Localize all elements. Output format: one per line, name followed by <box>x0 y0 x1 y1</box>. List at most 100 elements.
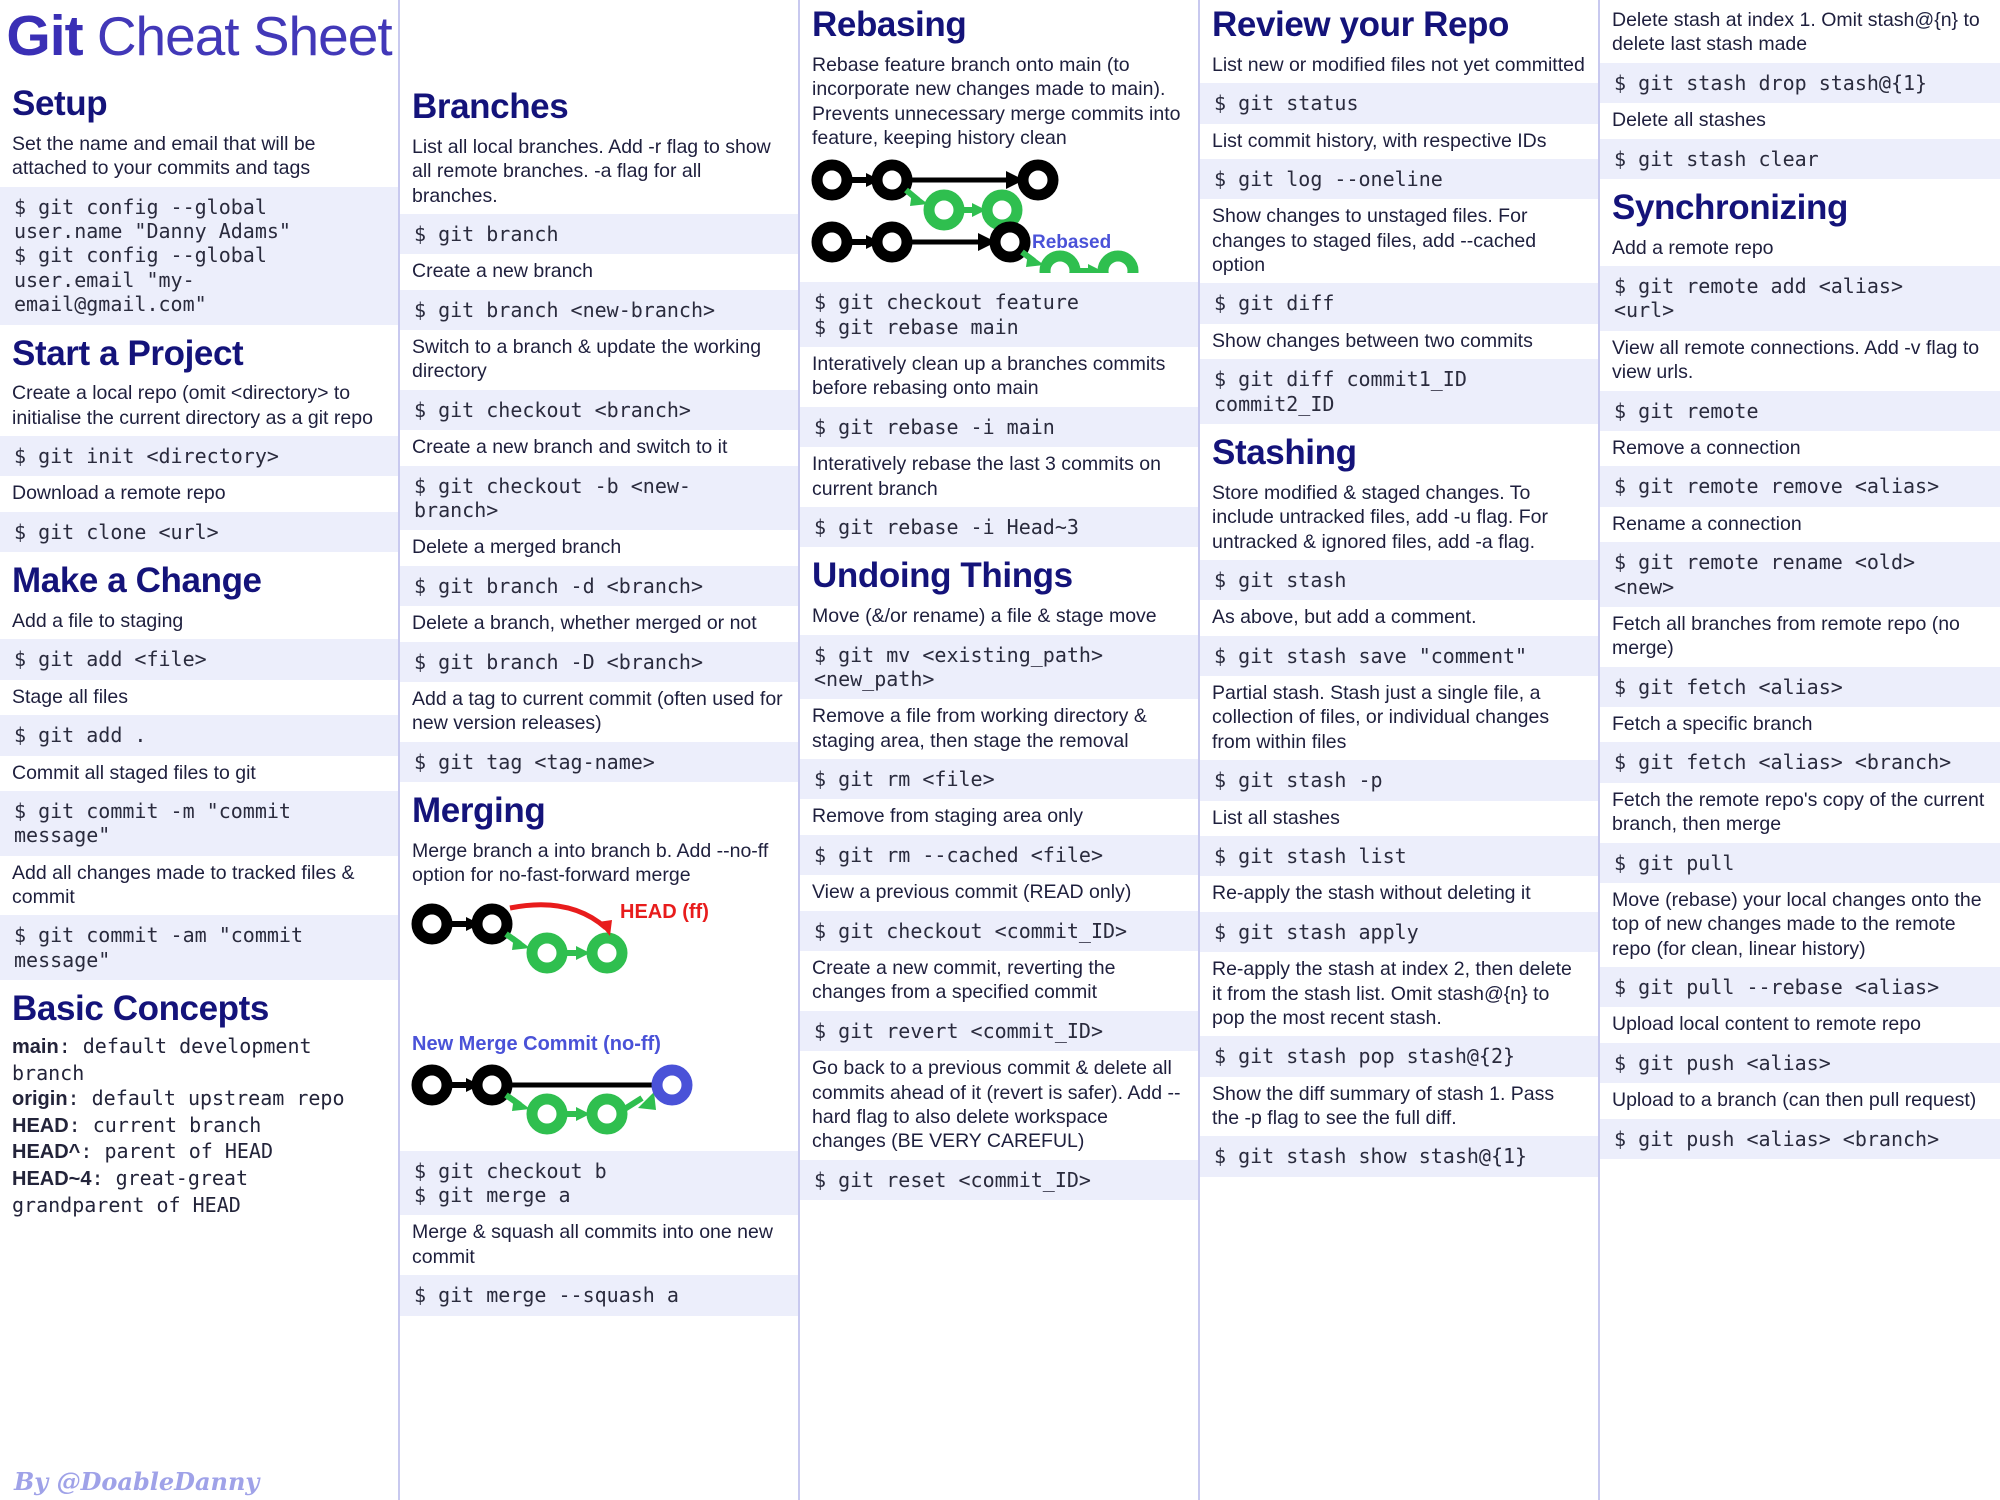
command[interactable]: $ git remote add <alias> <url> <box>1600 266 2000 331</box>
concept-term: origin <box>12 1088 68 1111</box>
desc: Show changes between two commits <box>1200 323 1598 360</box>
command[interactable]: $ git config --global user.name "Danny A… <box>0 186 398 325</box>
command[interactable]: $ git rebase -i main <box>800 406 1198 448</box>
command[interactable]: $ git branch <new-branch> <box>400 289 798 331</box>
section-heading-synchronizing: Synchronizing <box>1612 187 1848 227</box>
command[interactable]: $ git clone <url> <box>0 511 398 553</box>
page-title: Git Cheat Sheet <box>0 0 398 75</box>
command[interactable]: $ git branch <box>400 213 798 255</box>
command[interactable]: $ git checkout -b <new- branch> <box>400 465 798 531</box>
concept-definition: : default upstream repo <box>67 1086 345 1111</box>
merge-diagram-svg: HEAD (ff) <box>411 901 709 974</box>
desc: Add all changes made to tracked files & … <box>0 855 398 916</box>
noff-diagram-svg: New Merge Commit (no-ff) <box>411 1033 693 1135</box>
command[interactable]: $ git stash apply <box>1200 911 1598 953</box>
desc: Go back to a previous commit & delete al… <box>800 1051 1198 1160</box>
command[interactable]: $ git fetch <alias> <branch> <box>1600 742 2000 783</box>
desc: Partial stash. Stash just a single file,… <box>1200 676 1598 761</box>
command[interactable]: $ git stash drop stash@{1} <box>1600 62 2000 104</box>
command[interactable]: $ git pull <box>1600 842 2000 883</box>
command[interactable]: $ git stash pop stash@{2} <box>1200 1036 1598 1077</box>
command[interactable]: $ git push <alias> <box>1600 1042 2000 1084</box>
command[interactable]: $ git checkout b $ git merge a <box>400 1150 798 1216</box>
desc: Delete stash at index 1. Omit stash@{n} … <box>1600 0 2000 63</box>
command[interactable]: $ git stash list <box>1200 835 1598 877</box>
desc: List all stashes <box>1200 800 1598 836</box>
rebased-label: Rebased <box>1032 232 1111 253</box>
concept-term: HEAD^ <box>12 1141 81 1164</box>
command[interactable]: $ git remote remove <alias> <box>1600 466 2000 507</box>
desc: View a previous commit (READ only) <box>800 875 1198 911</box>
command[interactable]: $ git log --oneline <box>1200 158 1598 200</box>
section-heading-undoing-things: Undoing Things <box>812 556 1073 596</box>
desc: Stage all files <box>0 679 398 716</box>
command[interactable]: $ git push <alias> <branch> <box>1600 1118 2000 1160</box>
command[interactable]: $ git revert <commit_ID> <box>800 1010 1198 1052</box>
desc: Fetch the remote repo's copy of the curr… <box>1600 782 2000 843</box>
command[interactable]: $ git checkout feature $ git rebase main <box>800 282 1198 348</box>
command[interactable]: $ git commit -am "commit message" <box>0 915 398 981</box>
desc: Delete a merged branch <box>400 530 798 566</box>
desc: Remove from staging area only <box>800 799 1198 835</box>
command[interactable]: $ git stash clear <box>1600 138 2000 179</box>
desc: Download a remote repo <box>0 476 398 512</box>
section-heading-rebasing: Rebasing <box>812 5 967 44</box>
ff-graph: HEAD (ff) <box>411 901 709 974</box>
command[interactable]: $ git diff commit1_ID commit2_ID <box>1200 359 1598 424</box>
concept-definition: : current branch <box>68 1112 262 1137</box>
command[interactable]: $ git pull --rebase <alias> <box>1600 967 2000 1008</box>
section-heading-stashing: Stashing <box>1212 433 1357 472</box>
desc: Add a file to staging <box>0 604 398 640</box>
command[interactable]: $ git fetch <alias> <box>1600 666 2000 708</box>
section-heading-make-a-change: Make a Change <box>12 561 262 601</box>
desc: Show changes to unstaged files. For chan… <box>1200 199 1598 284</box>
command[interactable]: $ git tag <tag-name> <box>400 741 798 783</box>
command[interactable]: $ git stash show stash@{1} <box>1200 1136 1598 1177</box>
column-review-your-repo: Review your Repo List new or modified fi… <box>1200 0 1600 1500</box>
desc: Remove a connection <box>1600 431 2000 467</box>
section-heading-start-a-project: Start a Project <box>12 333 244 373</box>
noff-label: New Merge Commit (no-ff) <box>412 1033 661 1055</box>
command[interactable]: $ git rm <file> <box>800 759 1198 800</box>
concept-item: HEAD: current branch <box>12 1113 388 1140</box>
desc: Upload local content to remote repo <box>1600 1007 2000 1043</box>
command[interactable]: $ git merge --squash a <box>400 1275 798 1316</box>
command[interactable]: $ git remote rename <old> <new> <box>1600 542 2000 607</box>
command[interactable]: $ git rebase -i Head~3 <box>800 506 1198 548</box>
command[interactable]: $ git checkout <commit_ID> <box>800 910 1198 951</box>
desc: Re-apply the stash without deleting it <box>1200 876 1598 912</box>
command[interactable]: $ git reset <commit_ID> <box>800 1159 1198 1201</box>
command[interactable]: $ git init <directory> <box>0 436 398 477</box>
command[interactable]: $ git branch -D <branch> <box>400 641 798 682</box>
desc: Merge branch a into branch b. Add --no-f… <box>400 833 798 894</box>
command[interactable]: $ git diff <box>1200 283 1598 324</box>
page-title-bold: Git <box>6 4 83 68</box>
desc: Interatively clean up a branches commits… <box>800 347 1198 407</box>
desc: Re-apply the stash at index 2, then dele… <box>1200 952 1598 1037</box>
command[interactable]: $ git mv <existing_path> <new_path> <box>800 634 1198 700</box>
command[interactable]: $ git commit -m "commit message" <box>0 790 398 856</box>
command[interactable]: $ git rm --cached <file> <box>800 834 1198 876</box>
command[interactable]: $ git stash -p <box>1200 760 1598 801</box>
section-heading-basic-concepts: Basic Concepts <box>12 989 269 1029</box>
basic-concepts-list: main: default development branch origin:… <box>0 1032 398 1224</box>
command[interactable]: $ git branch -d <branch> <box>400 565 798 607</box>
desc: Fetch a specific branch <box>1600 707 2000 743</box>
concept-item: main: default development branch <box>12 1034 388 1086</box>
command[interactable]: $ git stash <box>1200 559 1598 601</box>
column-branches: Branches List all local branches. Add -r… <box>400 0 800 1500</box>
desc: Delete a branch, whether merged or not <box>400 606 798 642</box>
concept-item: HEAD^: parent of HEAD <box>12 1139 388 1166</box>
command[interactable]: $ git stash save "comment" <box>1200 635 1598 677</box>
column-synchronizing: Delete stash at index 1. Omit stash@{n} … <box>1600 0 2000 1500</box>
desc: Add a remote repo <box>1600 230 2000 267</box>
command[interactable]: $ git checkout <branch> <box>400 389 798 431</box>
command[interactable]: $ git add . <box>0 715 398 756</box>
command[interactable]: $ git status <box>1200 83 1598 124</box>
command[interactable]: $ git add <file> <box>0 639 398 680</box>
desc: Create a local repo (omit <directory> to… <box>0 376 398 437</box>
concept-item: HEAD~4: great-great grandparent of HEAD <box>12 1166 388 1218</box>
command[interactable]: $ git remote <box>1600 390 2000 431</box>
desc: Show the diff summary of stash 1. Pass t… <box>1200 1076 1598 1137</box>
desc: Commit all staged files to git <box>0 755 398 791</box>
